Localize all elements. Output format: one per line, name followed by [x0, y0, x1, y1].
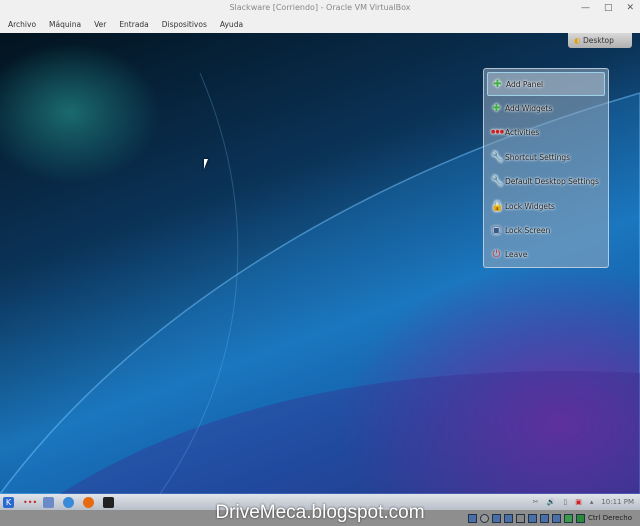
- menu-maquina[interactable]: Máquina: [49, 16, 81, 33]
- watermark: DriveMeca.blogspot.com: [215, 502, 425, 523]
- wrench-icon: 🔧: [491, 176, 504, 188]
- menu-item-shortcut-settings[interactable]: 🔧 Shortcut Settings: [487, 145, 605, 169]
- desktop[interactable]: ◐ Desktop ✚ Add Panel ✚ Add Widgets ●●● Activ…: [0, 33, 640, 494]
- menu-item-add-widgets[interactable]: ✚ Add Widgets: [487, 96, 605, 120]
- toolbox-icon: ◐: [574, 36, 581, 45]
- lock-screen-icon: ▣: [491, 225, 502, 237]
- minimize-button[interactable]: —: [581, 0, 590, 16]
- window-titlebar: Slackware [Corriendo] - Oracle VM Virtua…: [0, 0, 640, 16]
- menu-item-label: Add Widgets: [505, 104, 553, 114]
- menubar: Archivo Máquina Ver Entrada Dispositivos…: [0, 16, 640, 33]
- menu-entrada[interactable]: Entrada: [119, 16, 148, 33]
- lock-icon: 🔒: [491, 200, 504, 212]
- menu-item-label: Leave: [505, 250, 528, 260]
- menu-item-lock-widgets[interactable]: 🔒 Lock Widgets: [487, 194, 605, 218]
- menu-item-add-panel[interactable]: ✚ Add Panel: [487, 72, 605, 97]
- menu-item-lock-screen[interactable]: ▣ Lock Screen: [487, 218, 605, 242]
- maximize-button[interactable]: □: [604, 0, 613, 16]
- plus-icon: ✚: [493, 78, 502, 90]
- menu-item-leave[interactable]: ⏻ Leave: [487, 243, 605, 267]
- menu-archivo[interactable]: Archivo: [8, 16, 36, 33]
- plus-icon: ✚: [492, 103, 501, 115]
- menu-item-label: Lock Screen: [505, 226, 551, 236]
- menu-dispositivos[interactable]: Dispositivos: [162, 16, 207, 33]
- window-title: Slackware [Corriendo] - Oracle VM Virtua…: [229, 3, 411, 12]
- menu-item-activities[interactable]: ●●● Activities: [487, 121, 605, 145]
- menu-ayuda[interactable]: Ayuda: [220, 16, 243, 33]
- menu-item-default-desktop-settings[interactable]: 🔧 Default Desktop Settings: [487, 170, 605, 194]
- power-icon: ⏻: [492, 249, 501, 261]
- desktop-toolbox-button[interactable]: ◐ Desktop: [568, 33, 632, 48]
- menu-item-label: Activities: [505, 128, 540, 138]
- desktop-context-menu: ✚ Add Panel ✚ Add Widgets ●●● Activities 🔧 Shor…: [483, 68, 609, 268]
- menu-item-label: Add Panel: [506, 79, 544, 89]
- toolbox-label: Desktop: [582, 36, 614, 45]
- activities-icon: ●●●: [491, 129, 505, 136]
- menu-item-label: Lock Widgets: [505, 201, 555, 211]
- menu-item-label: Default Desktop Settings: [505, 177, 599, 187]
- mouse-cursor-icon: [204, 159, 212, 169]
- close-button[interactable]: ✕: [626, 0, 634, 16]
- menu-item-label: Shortcut Settings: [505, 152, 571, 162]
- wrench-icon: 🔧: [491, 151, 504, 163]
- menu-ver[interactable]: Ver: [94, 16, 106, 33]
